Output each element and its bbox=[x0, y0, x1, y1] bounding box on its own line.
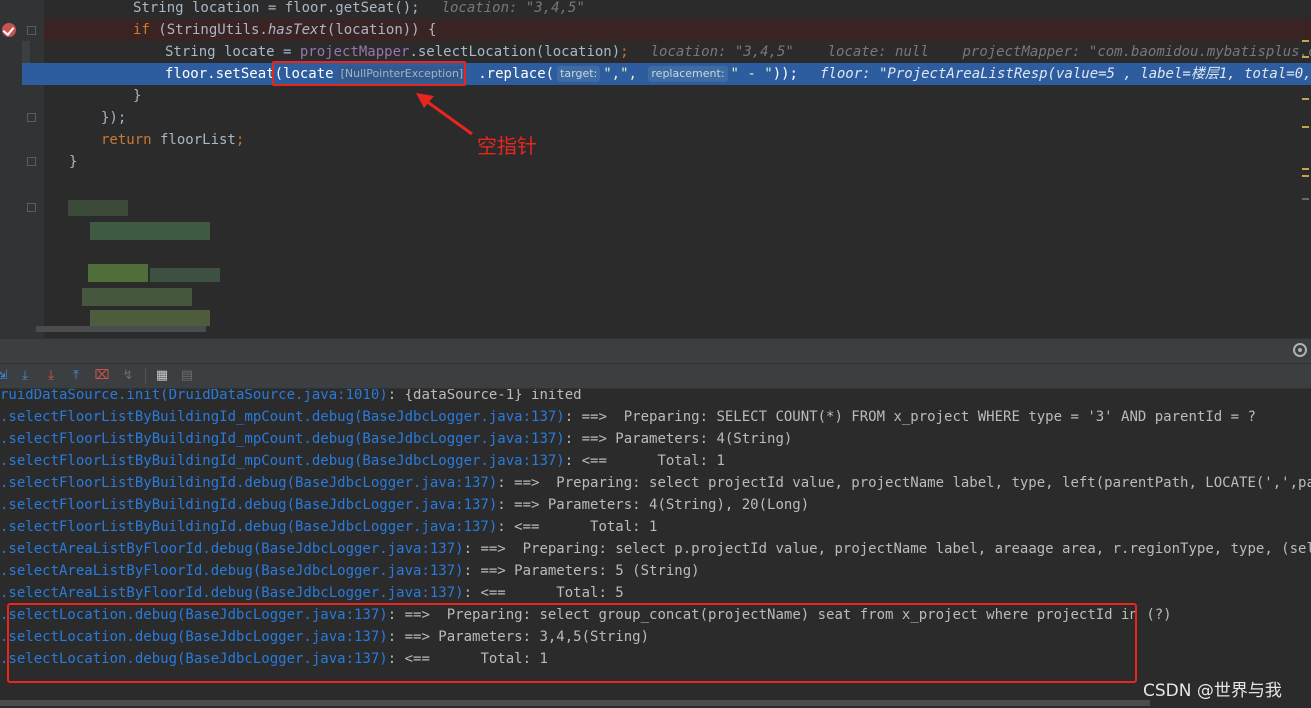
toolbar-separator bbox=[145, 368, 146, 384]
scrollbar-thumb[interactable] bbox=[0, 700, 1150, 706]
download-red-icon[interactable]: ⤓ bbox=[43, 368, 59, 384]
log-source-link[interactable]: .selectFloorListByBuildingId.debug(BaseJ… bbox=[0, 475, 497, 491]
highlight-box-select-location-logs bbox=[7, 603, 1137, 683]
grid-icon[interactable]: ▤ bbox=[179, 368, 195, 384]
console-horizontal-scrollbar[interactable] bbox=[0, 699, 1311, 708]
console-toolbar: ⇲ ⤓ ⤓ ⤒ ⌧ ↯ ▦ ▤ bbox=[0, 364, 1311, 389]
highlight-box-null-variable bbox=[272, 61, 466, 86]
log-source-link[interactable]: .selectAreaListByFloorId.debug(BaseJdbcL… bbox=[0, 563, 464, 579]
log-source-link[interactable]: .selectFloorListByBuildingId_mpCount.deb… bbox=[0, 431, 565, 447]
log-message: : <== Total: 5 bbox=[463, 585, 624, 601]
code-text: } bbox=[133, 88, 142, 104]
code-segment: )); bbox=[772, 66, 798, 82]
gear-icon[interactable] bbox=[1293, 343, 1307, 357]
code-line-2[interactable]: if (StringUtils.hasText(location)) { bbox=[133, 19, 436, 41]
inline-debug-value: location: "3,4,5" bbox=[441, 0, 585, 16]
log-source-link[interactable]: .selectFloorListByBuildingId_mpCount.deb… bbox=[0, 409, 565, 425]
code-line-7[interactable]: return floorList; bbox=[101, 129, 244, 151]
blurred-content bbox=[68, 200, 128, 216]
upload-icon[interactable]: ⤒ bbox=[68, 368, 84, 384]
code-line-5[interactable]: } bbox=[133, 85, 141, 107]
inline-debug-value: floor: "ProjectAreaListResp(value=5 , la… bbox=[819, 66, 1311, 82]
log-message: : ==> Parameters: 4(String) bbox=[564, 431, 793, 447]
blurred-content bbox=[150, 268, 220, 282]
blurred-content bbox=[88, 264, 148, 282]
panel-divider[interactable] bbox=[0, 338, 1311, 364]
log-line[interactable]: .selectAreaListByFloorId.debug(BaseJdbcL… bbox=[0, 538, 1311, 560]
param-hint-replacement: replacement: bbox=[648, 66, 728, 82]
code-line-6[interactable]: }); bbox=[101, 107, 126, 129]
keyword-if: if bbox=[133, 22, 150, 38]
log-message: : {dataSource-1} inited bbox=[387, 389, 582, 403]
code-text: } bbox=[69, 154, 78, 170]
annotation-label: 空指针 bbox=[477, 134, 537, 158]
log-message: : ==> Preparing: SELECT COUNT(*) FROM x_… bbox=[564, 409, 1256, 425]
log-line[interactable]: .selectAreaListByFloorId.debug(BaseJdbcL… bbox=[0, 582, 624, 604]
code-line-3[interactable]: String locate = projectMapper.selectLoca… bbox=[165, 41, 1311, 63]
log-message: : ==> Preparing: select projectId value,… bbox=[497, 475, 1311, 491]
code-segment: floor.setSeat( bbox=[165, 66, 284, 82]
execution-marker bbox=[22, 41, 30, 63]
fold-marker-icon[interactable] bbox=[27, 26, 36, 35]
clear-all-icon[interactable]: ⌧ bbox=[94, 368, 110, 384]
log-message: : ==> Parameters: 4(String), 20(Long) bbox=[497, 497, 810, 513]
inline-debug-value: location: "3,4,5" locate: null projectMa… bbox=[650, 44, 1311, 60]
fold-marker-icon[interactable] bbox=[27, 113, 36, 122]
string-literal: " - " bbox=[730, 66, 773, 82]
log-message: : <== Total: 1 bbox=[497, 519, 658, 535]
log-message: : <== Total: 1 bbox=[564, 453, 725, 469]
log-source-link[interactable]: .selectFloorListByBuildingId.debug(BaseJ… bbox=[0, 497, 497, 513]
blurred-content bbox=[82, 288, 192, 306]
error-stripe[interactable] bbox=[1301, 0, 1311, 338]
log-line[interactable]: .selectFloorListByBuildingId_mpCount.deb… bbox=[0, 450, 725, 472]
log-source-link[interactable]: .selectFloorListByBuildingId.debug(BaseJ… bbox=[0, 519, 497, 535]
blurred-content bbox=[90, 310, 210, 326]
param-hint-target: target: bbox=[557, 66, 601, 82]
code-segment: .replace( bbox=[478, 66, 555, 82]
log-source-link[interactable]: .selectAreaListByFloorId.debug(BaseJdbcL… bbox=[0, 541, 464, 557]
log-line[interactable]: .selectFloorListByBuildingId_mpCount.deb… bbox=[0, 406, 1256, 428]
watermark: CSDN @世界与我 bbox=[1143, 681, 1282, 701]
blurred-content bbox=[90, 222, 210, 240]
download-icon[interactable]: ⤓ bbox=[17, 368, 33, 384]
clear-icon[interactable]: ↯ bbox=[120, 368, 136, 384]
scroll-to-end-icon[interactable]: ⇲ bbox=[0, 368, 10, 384]
keyword-return: return bbox=[101, 132, 152, 148]
log-message: : ==> Preparing: select p.projectId valu… bbox=[463, 541, 1311, 557]
log-source-link[interactable]: .selectFloorListByBuildingId_mpCount.deb… bbox=[0, 453, 565, 469]
log-line[interactable]: .selectFloorListByBuildingId.debug(BaseJ… bbox=[0, 472, 1311, 494]
table-icon[interactable]: ▦ bbox=[154, 368, 170, 384]
log-line[interactable]: .selectAreaListByFloorId.debug(BaseJdbcL… bbox=[0, 560, 700, 582]
code-line-8[interactable]: } bbox=[69, 151, 77, 173]
string-literal: ",", bbox=[603, 66, 637, 82]
log-line[interactable]: .selectFloorListByBuildingId_mpCount.deb… bbox=[0, 428, 792, 450]
log-message: : ==> Parameters: 5 (String) bbox=[463, 563, 700, 579]
log-line[interactable]: ruidDataSource.init(DruidDataSource.java… bbox=[0, 389, 582, 406]
log-source-link[interactable]: .selectAreaListByFloorId.debug(BaseJdbcL… bbox=[0, 585, 464, 601]
log-line[interactable]: .selectFloorListByBuildingId.debug(BaseJ… bbox=[0, 516, 657, 538]
editor-horizontal-scrollbar[interactable] bbox=[36, 326, 206, 332]
fold-marker-icon[interactable] bbox=[27, 157, 36, 166]
breakpoint-icon[interactable] bbox=[2, 23, 16, 37]
log-source-link[interactable]: ruidDataSource.init(DruidDataSource.java… bbox=[0, 389, 388, 403]
code-editor[interactable]: String location = floor.getSeat(); locati… bbox=[0, 0, 1311, 338]
fold-marker-icon[interactable] bbox=[27, 203, 36, 212]
code-text: String location = floor.getSeat(); bbox=[133, 0, 420, 16]
code-line-1[interactable]: String location = floor.getSeat(); locati… bbox=[133, 0, 585, 19]
log-line[interactable]: .selectFloorListByBuildingId.debug(BaseJ… bbox=[0, 494, 809, 516]
annotation-arrow-icon bbox=[416, 93, 473, 136]
